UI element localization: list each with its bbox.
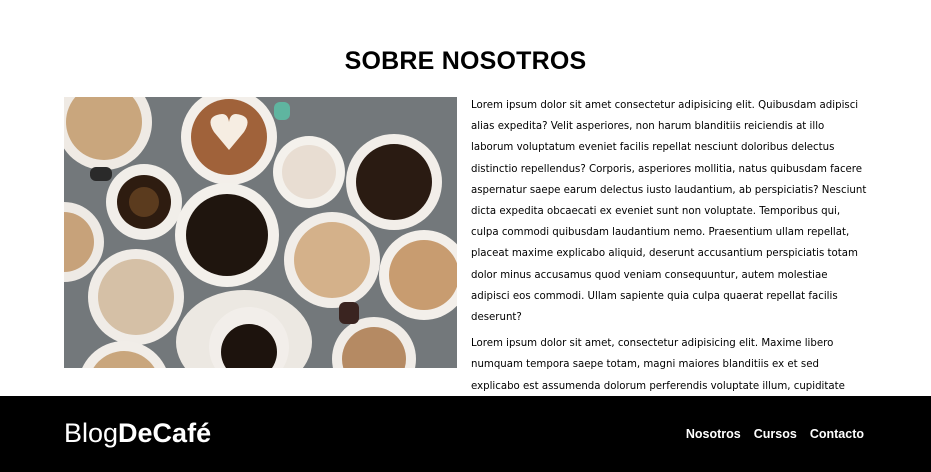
logo-light-text: Blog xyxy=(64,418,119,448)
about-text: Lorem ipsum dolor sit amet consectetur a… xyxy=(471,95,867,423)
page-title: SOBRE NOSOTROS xyxy=(344,46,587,75)
coffee-cups-image xyxy=(64,97,457,368)
nav-link-cursos[interactable]: Cursos xyxy=(754,426,797,442)
about-paragraph-1: Lorem ipsum dolor sit amet consectetur a… xyxy=(471,100,867,324)
footer-nav: Nosotros Cursos Contacto xyxy=(686,426,864,442)
site-footer: BlogDeCafé Nosotros Cursos Contacto xyxy=(0,396,931,472)
nav-link-contacto[interactable]: Contacto xyxy=(810,426,864,442)
page: SOBRE NOSOTROS Lorem ipsum dolor sit ame… xyxy=(0,0,931,472)
coffee-cups-illustration xyxy=(64,97,457,368)
nav-link-nosotros[interactable]: Nosotros xyxy=(686,426,741,442)
site-logo[interactable]: BlogDeCafé xyxy=(64,418,211,448)
logo-bold-text: DeCafé xyxy=(118,418,212,448)
